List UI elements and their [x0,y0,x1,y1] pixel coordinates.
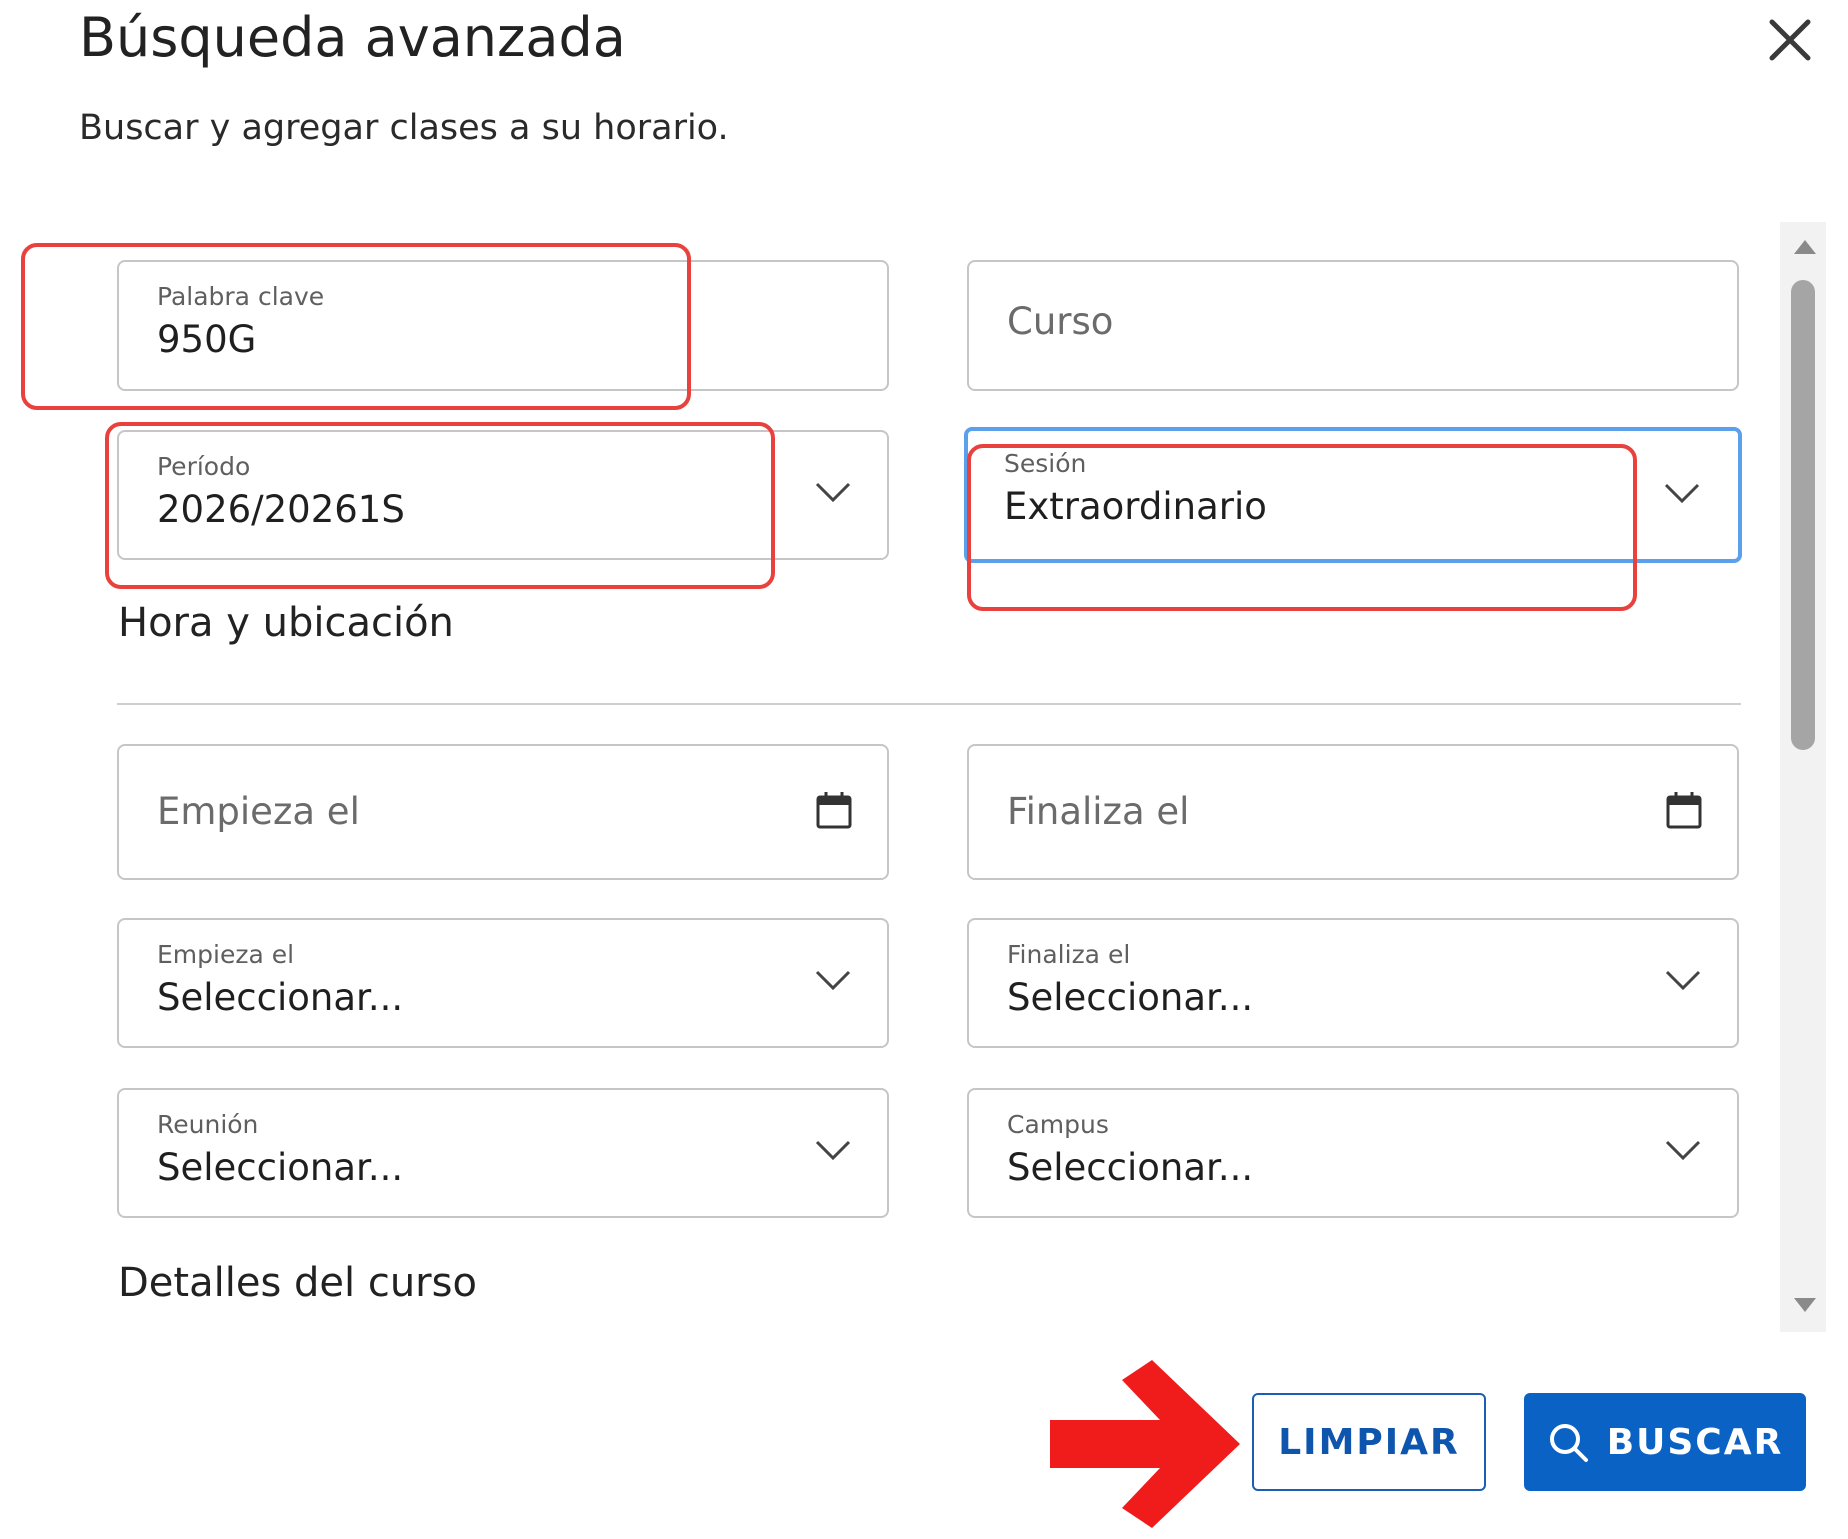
section-time-location: Hora y ubicación [118,600,454,646]
start-date-input[interactable]: Empieza el [117,744,889,880]
search-button-label: BUSCAR [1606,1421,1784,1463]
section-divider [117,703,1741,705]
period-label: Período [157,452,251,481]
campus-label: Campus [1007,1110,1109,1139]
campus-select[interactable]: Campus Seleccionar... [967,1088,1739,1218]
meeting-label: Reunión [157,1110,259,1139]
chevron-down-icon [815,482,851,503]
chevron-down-icon [1665,970,1701,991]
search-icon [1549,1424,1588,1462]
chevron-down-icon [815,1140,851,1161]
keyword-input[interactable]: Palabra clave 950G [117,260,889,391]
session-label: Sesión [1004,449,1087,478]
scrollbar-thumb[interactable] [1791,280,1815,750]
session-select[interactable]: Sesión Extraordinario [964,427,1742,563]
keyword-value: 950G [157,318,257,361]
end-time-select[interactable]: Finaliza el Seleccionar... [967,918,1739,1048]
start-time-label: Empieza el [157,940,295,969]
start-time-value: Seleccionar... [157,976,404,1019]
annotation-arrow-icon [1050,1360,1240,1528]
chevron-down-icon [1664,483,1700,504]
keyword-label: Palabra clave [157,282,325,311]
end-time-value: Seleccionar... [1007,976,1254,1019]
start-time-select[interactable]: Empieza el Seleccionar... [117,918,889,1048]
course-input[interactable]: Curso [967,260,1739,391]
end-time-label: Finaliza el [1007,940,1131,969]
period-select[interactable]: Período 2026/20261S [117,430,889,560]
dialog-subtitle: Buscar y agregar clases a su horario. [79,108,729,148]
meeting-value: Seleccionar... [157,1146,404,1189]
end-date-input[interactable]: Finaliza el [967,744,1739,880]
search-form: Palabra clave 950G Curso Período 2026/20… [0,220,1848,1330]
close-icon[interactable] [1760,10,1820,70]
section-course-details: Detalles del curso [118,1260,477,1306]
session-value: Extraordinario [1004,485,1267,528]
end-date-placeholder: Finaliza el [1007,790,1190,833]
chevron-down-icon [1665,1140,1701,1161]
course-placeholder: Curso [1007,300,1114,343]
calendar-icon[interactable] [1665,790,1703,830]
meeting-select[interactable]: Reunión Seleccionar... [117,1088,889,1218]
search-button[interactable]: BUSCAR [1524,1393,1806,1491]
scrollbar[interactable] [1780,222,1826,1332]
calendar-icon[interactable] [815,790,853,830]
chevron-down-icon [815,970,851,991]
dialog-title: Búsqueda avanzada [79,6,626,69]
clear-button[interactable]: LIMPIAR [1252,1393,1486,1491]
campus-value: Seleccionar... [1007,1146,1254,1189]
scroll-down-arrow[interactable] [1794,1298,1816,1312]
start-date-placeholder: Empieza el [157,790,360,833]
period-value: 2026/20261S [157,488,405,531]
scroll-up-arrow[interactable] [1794,240,1816,254]
